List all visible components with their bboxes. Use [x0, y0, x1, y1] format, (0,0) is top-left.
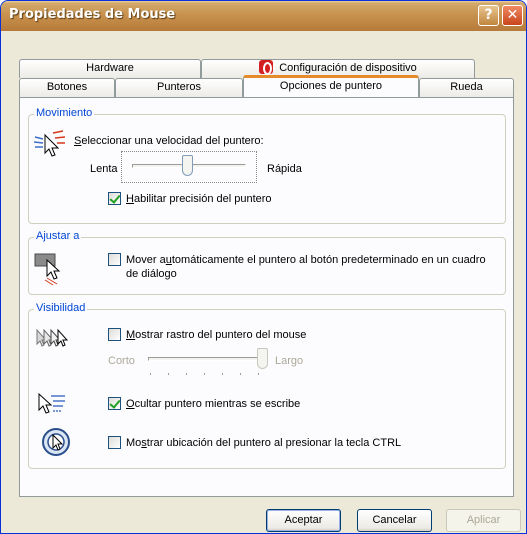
ctrl-text-b: trar ubicación del puntero al presionar …: [146, 437, 402, 449]
precision-access: H: [126, 193, 134, 205]
tab-punteros-label: Punteros: [156, 81, 202, 93]
snap-text-b: tomáticamente el puntero al botón predet…: [171, 254, 486, 266]
ctrl-text-a: Mo: [126, 437, 142, 449]
window-title: Propiedades de Mouse: [9, 7, 176, 22]
trails-tick: [258, 373, 259, 375]
close-button[interactable]: ✕: [502, 5, 523, 26]
enhance-precision-checkbox[interactable]: [108, 192, 121, 205]
pointer-trails-checkbox[interactable]: [108, 328, 121, 341]
snap-to-default-label-line2: de diálogo: [126, 268, 177, 280]
speed-label-text: eleccionar una velocidad del puntero:: [81, 135, 264, 147]
group-movimiento: Movimiento Seleccionar una velocidad del…: [28, 107, 506, 224]
group-visibilidad: Visibilidad Mostrar rastro del puntero d…: [28, 302, 506, 469]
pointer-trails-icon: [36, 328, 69, 347]
trails-long-label: Largo: [275, 355, 304, 367]
show-location-ctrl-label[interactable]: Mostrar ubicación del puntero al presion…: [126, 437, 401, 449]
trails-tick: [168, 373, 169, 375]
ajustar-legend: Ajustar a: [34, 230, 82, 242]
tab-hardware-label: Hardware: [86, 62, 134, 74]
precision-text: abilitar precisión del puntero: [133, 193, 272, 205]
trails-access: M: [126, 329, 136, 341]
movimiento-legend: Movimiento: [34, 107, 95, 119]
tab-configuracion-label: Configuración de dispositivo: [279, 62, 417, 74]
snap-to-icon: [34, 253, 61, 286]
trails-tick: [150, 373, 151, 375]
tab-rueda[interactable]: Rueda: [419, 78, 514, 97]
speed-label: Seleccionar una velocidad del puntero:: [74, 135, 264, 147]
mouse-properties-window: Propiedades de Mouse ? ✕ Hardware Config…: [0, 0, 527, 534]
title-bar[interactable]: Propiedades de Mouse ? ✕: [1, 1, 526, 31]
snap-to-default-checkbox[interactable]: [108, 253, 121, 266]
trails-slider-thumb[interactable]: [257, 348, 268, 369]
synaptics-icon: [259, 60, 274, 75]
cancel-button[interactable]: Cancelar: [357, 509, 432, 532]
tab-botones-label: Botones: [46, 81, 88, 93]
tab-opciones-label: Opciones de puntero: [279, 80, 383, 92]
speed-slow-label: Lenta: [90, 163, 118, 175]
help-button[interactable]: ?: [478, 5, 499, 26]
apply-button[interactable]: Aplicar: [446, 509, 521, 532]
snap-to-default-label[interactable]: Mover automáticamente el puntero al botó…: [126, 254, 486, 266]
tab-punteros[interactable]: Punteros: [115, 78, 243, 97]
tab-panel: Movimiento Seleccionar una velocidad del…: [19, 97, 514, 497]
pointer-speed-slider[interactable]: [121, 151, 257, 183]
snap-text-a: Mover a: [126, 254, 166, 266]
trails-tick: [186, 373, 187, 375]
pointer-trails-slider[interactable]: [145, 346, 275, 380]
trails-tick: [222, 373, 223, 375]
hide-while-typing-checkbox[interactable]: [108, 397, 121, 410]
tab-rueda-label: Rueda: [450, 81, 483, 93]
show-location-icon: [42, 428, 70, 456]
trails-tick: [240, 373, 241, 375]
hide-access: O: [126, 398, 135, 410]
pointer-speed-icon: [33, 130, 66, 157]
enhance-precision-label[interactable]: Habilitar precisión del puntero: [126, 193, 272, 205]
trails-tick: [204, 373, 205, 375]
tab-botones[interactable]: Botones: [19, 78, 115, 97]
trails-text: ostrar rastro del puntero del mouse: [135, 329, 307, 341]
hide-while-typing-label[interactable]: Ocultar puntero mientras se escribe: [126, 398, 300, 410]
tab-opciones-de-puntero[interactable]: Opciones de puntero: [243, 75, 419, 97]
ok-button[interactable]: Aceptar: [266, 509, 341, 532]
pointer-trails-label[interactable]: Mostrar rastro del puntero del mouse: [126, 329, 306, 341]
dialog-client-area: Hardware Configuración de dispositivo Bo…: [5, 31, 522, 532]
hide-text: cultar puntero mientras se escribe: [134, 398, 301, 410]
visibilidad-legend: Visibilidad: [34, 302, 88, 314]
group-ajustar-a: Ajustar a Mover automáticamente el punte…: [28, 230, 506, 295]
hide-while-typing-icon: [38, 392, 65, 414]
speed-slider-thumb[interactable]: [181, 155, 193, 176]
trails-slider-track: [148, 357, 262, 361]
show-location-ctrl-checkbox[interactable]: [108, 436, 121, 449]
tab-hardware[interactable]: Hardware: [19, 59, 201, 78]
trails-short-label: Corto: [108, 355, 135, 367]
speed-fast-label: Rápida: [267, 163, 302, 175]
